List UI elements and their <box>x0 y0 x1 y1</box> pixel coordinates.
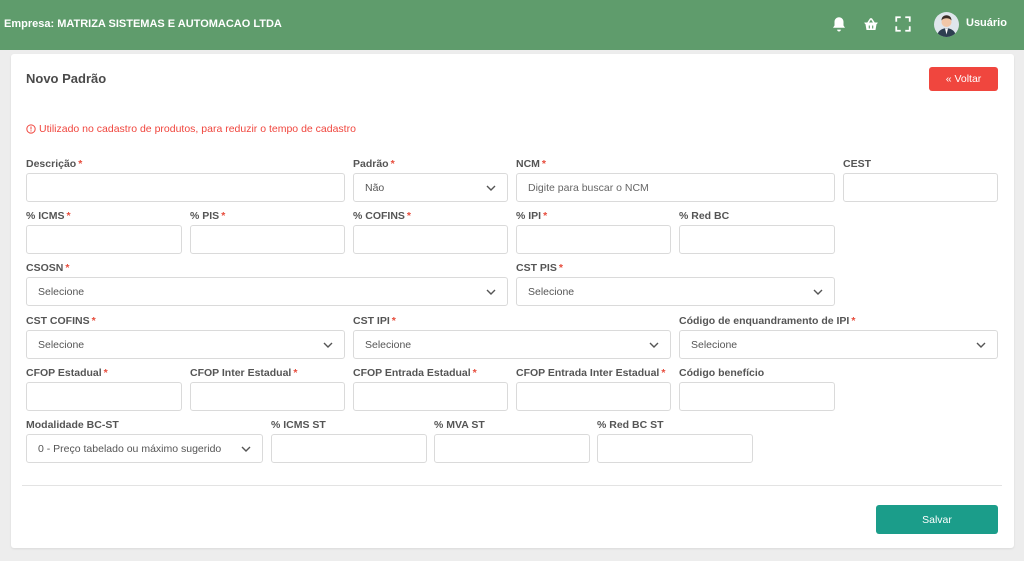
cfop-estadual-label: CFOP Estadual * <box>26 367 108 379</box>
red-bc-input[interactable] <box>679 225 835 254</box>
chevron-down-icon <box>649 342 659 348</box>
descricao-input[interactable] <box>26 173 345 202</box>
red-bc-st-label: % Red BC ST <box>597 419 664 431</box>
csosn-select[interactable]: Selecione <box>26 277 508 306</box>
avatar[interactable] <box>934 12 959 37</box>
pis-label: % PIS * <box>190 210 226 222</box>
red-bc-st-input[interactable] <box>597 434 753 463</box>
pis-input[interactable] <box>190 225 345 254</box>
ipi-label: % IPI * <box>516 210 548 222</box>
info-circle-icon <box>26 124 36 134</box>
save-button[interactable]: Salvar <box>876 505 998 534</box>
icms-label: % ICMS * <box>26 210 71 222</box>
cfop-inter-input[interactable] <box>190 382 345 411</box>
icms-st-input[interactable] <box>271 434 427 463</box>
mva-st-input[interactable] <box>434 434 590 463</box>
cest-label: CEST <box>843 158 872 170</box>
csosn-label: CSOSN * <box>26 262 70 274</box>
descricao-label: Descrição * <box>26 158 83 170</box>
cfop-entrada-label: CFOP Entrada Estadual * <box>353 367 477 379</box>
back-button[interactable]: « Voltar <box>929 67 998 91</box>
ncm-label: NCM * <box>516 158 547 170</box>
padrao-select[interactable]: Não <box>353 173 508 202</box>
modalidade-bcst-label: Modalidade BC-ST <box>26 419 119 431</box>
ipi-input[interactable] <box>516 225 671 254</box>
cst-cofins-select[interactable]: Selecione <box>26 330 345 359</box>
form-divider <box>22 485 1002 486</box>
padrao-label: Padrão * <box>353 158 395 170</box>
cst-pis-select-value: Selecione <box>528 285 575 298</box>
chevron-down-icon <box>241 446 251 452</box>
ncm-search-input[interactable] <box>516 173 835 202</box>
red-bc-label: % Red BC <box>679 210 730 222</box>
top-navbar: Empresa: MATRIZA SISTEMAS E AUTOMACAO LT… <box>0 0 1024 50</box>
cfop-entrada-inter-label: CFOP Entrada Inter Estadual * <box>516 367 666 379</box>
basket-icon[interactable] <box>862 15 880 33</box>
cod-enq-ipi-select-value: Selecione <box>691 338 738 351</box>
modalidade-bcst-select-value: 0 - Preço tabelado ou máximo sugerido <box>38 442 222 455</box>
cod-enq-ipi-label: Código de enquandramento de IPI * <box>679 315 856 327</box>
cest-input[interactable] <box>843 173 998 202</box>
csosn-select-value: Selecione <box>38 285 85 298</box>
icms-input[interactable] <box>26 225 182 254</box>
icms-st-label: % ICMS ST <box>271 419 326 431</box>
mva-st-label: % MVA ST <box>434 419 485 431</box>
cfop-entrada-inter-input[interactable] <box>516 382 671 411</box>
cofins-input[interactable] <box>353 225 508 254</box>
cofins-label: % COFINS * <box>353 210 412 222</box>
company-name: Empresa: MATRIZA SISTEMAS E AUTOMACAO LT… <box>4 18 282 30</box>
cst-pis-select[interactable]: Selecione <box>516 277 835 306</box>
cst-ipi-label: CST IPI * <box>353 315 396 327</box>
cod-enq-ipi-select[interactable]: Selecione <box>679 330 998 359</box>
cst-ipi-select[interactable]: Selecione <box>353 330 671 359</box>
chevron-down-icon <box>813 289 823 295</box>
cst-pis-label: CST PIS * <box>516 262 563 274</box>
padrao-select-value: Não <box>365 181 385 194</box>
user-avatar-icon <box>937 15 956 37</box>
modalidade-bcst-select[interactable]: 0 - Preço tabelado ou máximo sugerido <box>26 434 263 463</box>
cfop-inter-label: CFOP Inter Estadual * <box>190 367 298 379</box>
cod-beneficio-input[interactable] <box>679 382 835 411</box>
chevron-down-icon <box>486 289 496 295</box>
info-message: Utilizado no cadastro de produtos, para … <box>26 123 356 135</box>
fullscreen-icon[interactable] <box>894 15 912 33</box>
page-title: Novo Padrão <box>26 71 107 86</box>
chevron-down-icon <box>323 342 333 348</box>
cfop-estadual-input[interactable] <box>26 382 182 411</box>
cst-cofins-label: CST COFINS * <box>26 315 96 327</box>
cst-ipi-select-value: Selecione <box>365 338 412 351</box>
cod-beneficio-label: Código benefício <box>679 367 765 379</box>
cst-cofins-select-value: Selecione <box>38 338 85 351</box>
cfop-entrada-input[interactable] <box>353 382 508 411</box>
info-text: Utilizado no cadastro de produtos, para … <box>39 123 356 135</box>
user-name[interactable]: Usuário <box>966 17 1007 29</box>
chevron-down-icon <box>486 185 496 191</box>
bell-icon[interactable] <box>830 15 848 33</box>
chevron-down-icon <box>976 342 986 348</box>
